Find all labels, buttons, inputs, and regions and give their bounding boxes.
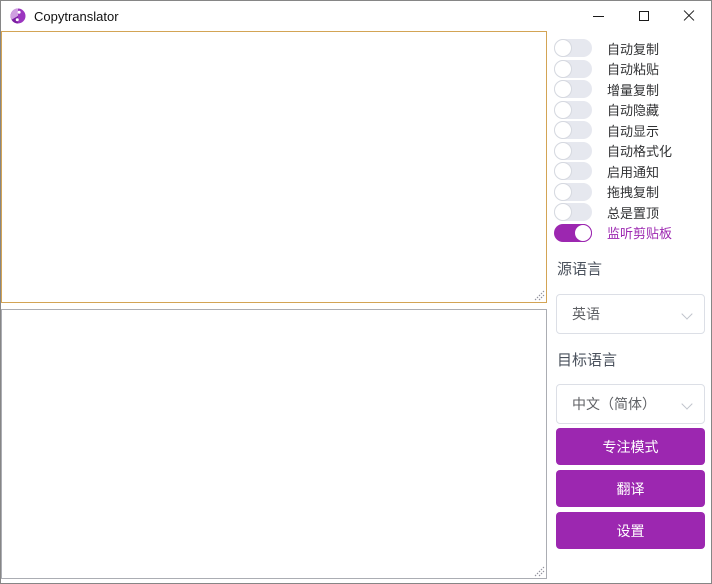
- titlebar: Copytranslator: [1, 1, 711, 31]
- toggle-switch[interactable]: [554, 59, 592, 78]
- toggle-row: 总是置顶: [554, 203, 672, 221]
- translate-button[interactable]: 翻译: [556, 470, 705, 507]
- toggle-knob: [554, 39, 572, 57]
- focus-mode-button[interactable]: 专注模式: [556, 428, 705, 465]
- source-textarea[interactable]: [1, 31, 547, 303]
- app-window: Copytranslator 自动复制自动粘贴增量复制自动隐藏自动显示自动格式化…: [0, 0, 712, 584]
- minimize-button[interactable]: [576, 1, 621, 31]
- toggle-label: 拖拽复制: [607, 185, 660, 200]
- toggle-switch[interactable]: [554, 39, 592, 57]
- close-icon: [683, 10, 695, 22]
- toggle-switch[interactable]: [554, 141, 592, 160]
- toggle-row: 监听剪贴板: [554, 223, 673, 242]
- window-controls: [576, 1, 711, 31]
- settings-button[interactable]: 设置: [556, 512, 705, 549]
- toggle-row: 自动复制: [554, 39, 672, 57]
- target-language-select[interactable]: 中文（简体）: [556, 384, 705, 424]
- chevron-down-icon: [681, 398, 693, 410]
- toggle-knob: [554, 182, 572, 201]
- toggle-label: 自动格式化: [607, 144, 673, 159]
- maximize-icon: [638, 11, 649, 21]
- toggle-label: 总是置顶: [607, 205, 660, 221]
- toggle-row: 自动隐藏: [554, 100, 672, 119]
- toggle-label: 监听剪贴板: [607, 226, 673, 241]
- toggle-label: 启用通知: [607, 164, 660, 180]
- app-logo-icon: [10, 8, 26, 24]
- toggle-switch[interactable]: [554, 162, 592, 180]
- toggle-label: 自动粘贴: [607, 62, 660, 77]
- toggle-knob: [554, 141, 572, 160]
- toggle-label: 自动显示: [607, 123, 660, 139]
- toggle-list: 自动复制自动粘贴增量复制自动隐藏自动显示自动格式化启用通知拖拽复制总是置顶监听剪…: [554, 39, 672, 242]
- toggle-knob: [554, 162, 572, 180]
- toggle-switch[interactable]: [554, 223, 592, 242]
- result-resize-grip-icon[interactable]: [532, 564, 545, 577]
- toggle-label: 增量复制: [607, 82, 660, 98]
- source-language-value: 英语: [572, 306, 600, 322]
- close-button[interactable]: [666, 1, 711, 31]
- target-language-value: 中文（简体）: [572, 396, 656, 412]
- maximize-button[interactable]: [621, 1, 666, 31]
- toggle-switch[interactable]: [554, 80, 592, 98]
- toggle-switch[interactable]: [554, 182, 592, 201]
- chevron-down-icon: [681, 308, 693, 320]
- source-resize-grip-icon[interactable]: [532, 288, 545, 301]
- toggle-row: 自动显示: [554, 121, 672, 139]
- toggle-knob: [574, 223, 592, 242]
- result-textarea[interactable]: [1, 309, 547, 579]
- toggle-switch[interactable]: [554, 121, 592, 139]
- toggle-switch[interactable]: [554, 100, 592, 119]
- toggle-switch[interactable]: [554, 203, 592, 221]
- toggle-row: 自动格式化: [554, 141, 673, 160]
- window-title: Copytranslator: [34, 8, 119, 24]
- toggle-knob: [554, 80, 572, 98]
- toggle-label: 自动复制: [607, 41, 660, 57]
- source-language-label: 源语言: [557, 261, 603, 278]
- toggle-row: 增量复制: [554, 80, 672, 98]
- toggle-label: 自动隐藏: [607, 103, 660, 118]
- minimize-icon: [593, 15, 604, 17]
- target-language-label: 目标语言: [557, 352, 618, 369]
- source-language-select[interactable]: 英语: [556, 294, 705, 334]
- toggle-knob: [554, 121, 572, 139]
- toggle-knob: [554, 100, 572, 119]
- toggle-row: 拖拽复制: [554, 182, 672, 201]
- toggle-row: 启用通知: [554, 162, 672, 180]
- toggle-row: 自动粘贴: [554, 59, 672, 78]
- toggle-knob: [554, 59, 572, 78]
- toggle-knob: [554, 203, 572, 221]
- control-panel: 自动复制自动粘贴增量复制自动隐藏自动显示自动格式化启用通知拖拽复制总是置顶监听剪…: [547, 31, 711, 583]
